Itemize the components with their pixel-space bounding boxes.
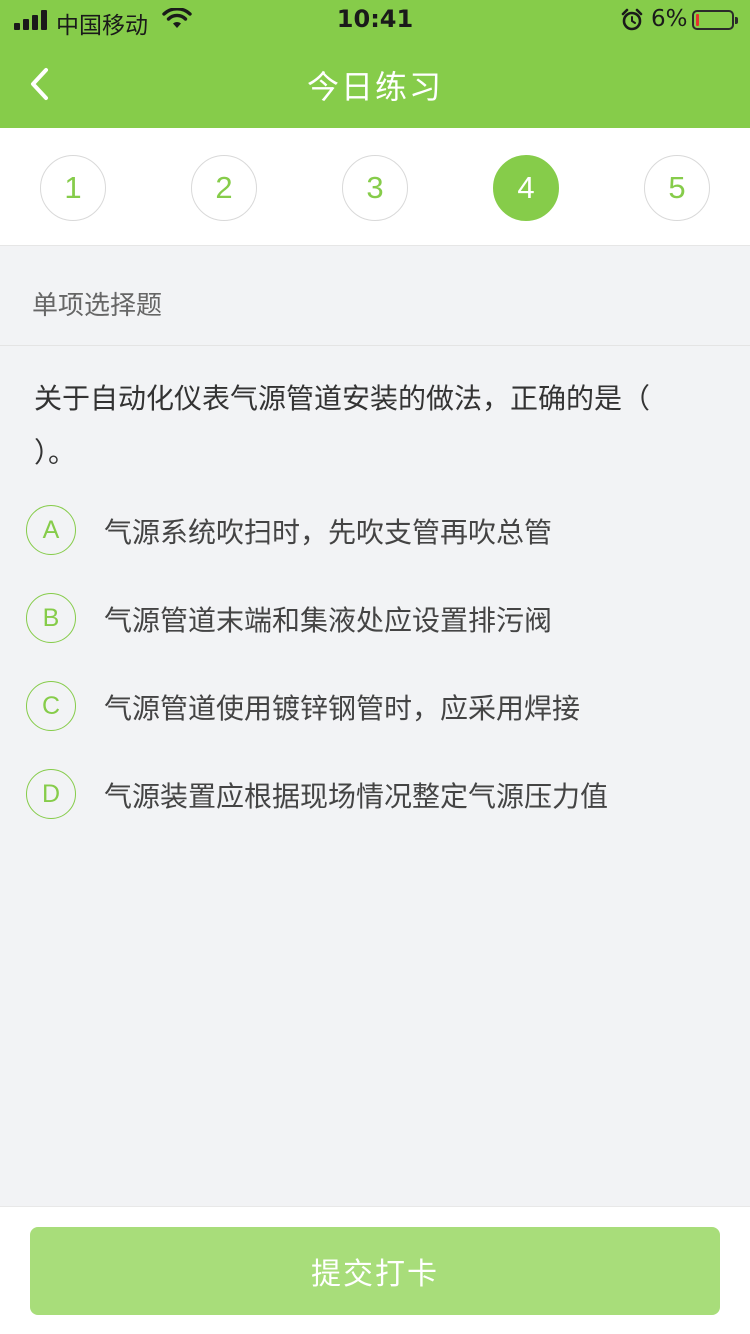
battery-icon <box>692 10 738 30</box>
option-c[interactable]: C 气源管道使用镀锌钢管时，应采用焊接 <box>26 679 726 735</box>
battery-level-fill <box>696 14 699 26</box>
battery-percentage: 6% <box>651 6 688 32</box>
option-d-badge: D <box>26 769 76 819</box>
alarm-clock-icon <box>621 8 643 31</box>
option-c-text: 气源管道使用镀锌钢管时，应采用焊接 <box>104 692 581 725</box>
step-2-button[interactable]: 2 <box>191 155 257 221</box>
option-b-badge: B <box>26 593 76 643</box>
submit-checkin-button[interactable]: 提交打卡 <box>30 1227 720 1315</box>
question-step-navigator: 1 2 3 4 5 <box>0 128 750 246</box>
footer-bar: 提交打卡 <box>0 1206 750 1334</box>
step-4-button[interactable]: 4 <box>493 155 559 221</box>
option-d-text: 气源装置应根据现场情况整定气源压力值 <box>104 780 609 813</box>
step-1-button[interactable]: 1 <box>40 155 106 221</box>
step-5-button[interactable]: 5 <box>644 155 710 221</box>
option-a[interactable]: A 气源系统吹扫时，先吹支管再吹总管 <box>26 503 726 559</box>
page-title: 今日练习 <box>306 68 443 106</box>
question-type-label: 单项选择题 <box>32 291 163 321</box>
step-3-button[interactable]: 3 <box>342 155 408 221</box>
option-a-badge: A <box>26 505 76 555</box>
header-bar: 中国移动 10:41 6% 今日练习 <box>0 0 750 128</box>
status-bar: 中国移动 10:41 6% <box>0 0 750 40</box>
option-c-badge: C <box>26 681 76 731</box>
question-text: 关于自动化仪表气源管道安装的做法，正确的是（ ）。 <box>34 382 651 469</box>
question-type-bar: 单项选择题 <box>0 247 750 346</box>
option-a-text: 气源系统吹扫时，先吹支管再吹总管 <box>104 516 553 549</box>
option-b[interactable]: B 气源管道末端和集液处应设置排污阀 <box>26 591 726 647</box>
option-d[interactable]: D 气源装置应根据现场情况整定气源压力值 <box>26 767 726 823</box>
option-b-text: 气源管道末端和集液处应设置排污阀 <box>104 604 553 637</box>
